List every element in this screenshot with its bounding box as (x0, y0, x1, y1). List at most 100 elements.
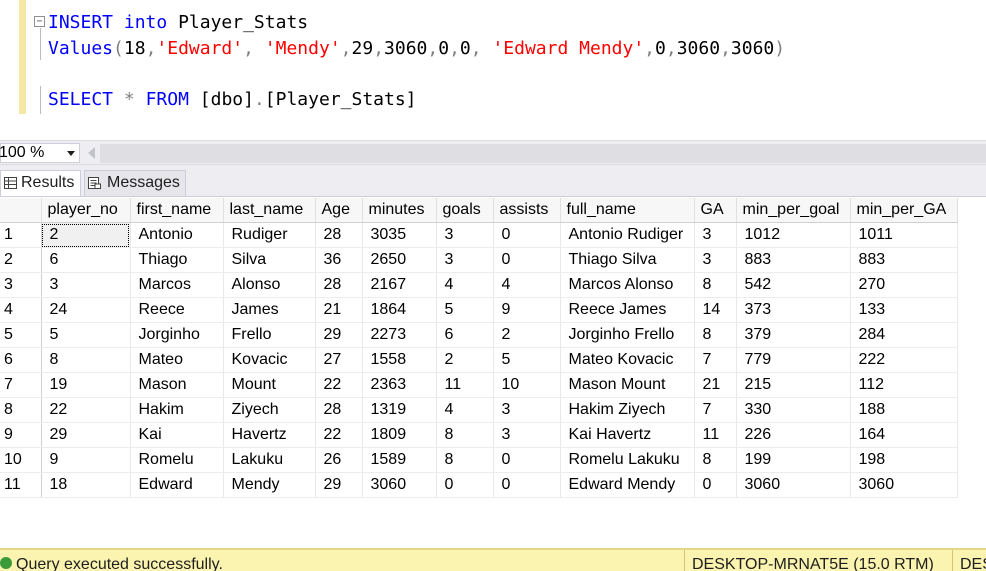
table-cell[interactable]: Mendy (223, 472, 316, 498)
table-cell[interactable]: Mount (223, 372, 316, 398)
table-cell[interactable]: 188 (850, 397, 958, 423)
table-row[interactable]: 6 8 Mateo Kovacic 27 1558 2 5 Mateo Kovacic 7 779 2… (0, 347, 958, 373)
table-cell[interactable]: 1809 (362, 422, 437, 448)
table-cell[interactable]: 8 (694, 272, 737, 298)
table-row[interactable]: 10 9 Romelu Lakuku 26 1589 8 0 Romelu Lakuku 8 199… (0, 447, 958, 473)
table-cell[interactable]: 8 (436, 422, 494, 448)
table-cell[interactable]: 2 (493, 322, 561, 348)
table-cell[interactable]: 1011 (850, 222, 958, 248)
table-cell[interactable]: 5 (493, 347, 561, 373)
table-cell[interactable]: Jorginho (130, 322, 224, 348)
table-cell[interactable]: 24 (41, 297, 131, 323)
table-cell[interactable]: 2650 (362, 247, 437, 273)
table-cell[interactable]: 3035 (362, 222, 437, 248)
table-cell[interactable]: 2167 (362, 272, 437, 298)
table-cell[interactable]: Lakuku (223, 447, 316, 473)
table-cell[interactable]: 8 (41, 347, 131, 373)
table-cell[interactable]: 3 (436, 222, 494, 248)
row-number-cell[interactable]: 1 (0, 222, 42, 248)
table-cell[interactable]: 3 (694, 222, 737, 248)
table-row[interactable]: 1 2 Antonio Rudiger 28 3035 3 0 Antonio Rudiger 3… (0, 222, 958, 248)
tab-messages[interactable]: Messages (84, 170, 186, 196)
tab-results[interactable]: Results (0, 170, 81, 196)
table-cell[interactable]: 28 (315, 222, 363, 248)
table-cell[interactable]: 1558 (362, 347, 437, 373)
table-cell[interactable]: 22 (315, 372, 363, 398)
table-cell[interactable]: Mateo (130, 347, 224, 373)
table-cell[interactable]: 7 (694, 347, 737, 373)
table-cell[interactable]: Edward Mendy (560, 472, 695, 498)
table-cell[interactable]: Kai (130, 422, 224, 448)
table-cell[interactable]: 4 (493, 272, 561, 298)
row-number-header[interactable] (0, 198, 42, 223)
table-cell[interactable]: Kai Havertz (560, 422, 695, 448)
table-cell[interactable]: 379 (736, 322, 851, 348)
table-cell[interactable]: 4 (436, 397, 494, 423)
table-cell[interactable]: 8 (436, 447, 494, 473)
column-header[interactable]: assists (493, 198, 561, 223)
table-cell[interactable]: 215 (736, 372, 851, 398)
table-cell[interactable]: Romelu (130, 447, 224, 473)
table-cell[interactable]: 5 (41, 322, 131, 348)
table-cell[interactable]: 2273 (362, 322, 437, 348)
row-number-cell[interactable]: 2 (0, 247, 42, 273)
row-number-cell[interactable]: 8 (0, 397, 42, 423)
table-cell[interactable]: 1012 (736, 222, 851, 248)
column-header[interactable]: Age (315, 198, 363, 223)
table-cell[interactable]: 1864 (362, 297, 437, 323)
table-cell[interactable]: 6 (41, 247, 131, 273)
table-cell[interactable]: Hakim (130, 397, 224, 423)
table-cell[interactable]: Silva (223, 247, 316, 273)
table-row[interactable]: 8 22 Hakim Ziyech 28 1319 4 3 Hakim Ziyech 7 330 18… (0, 397, 958, 423)
table-cell[interactable]: 2 (436, 347, 494, 373)
table-cell[interactable]: 0 (493, 222, 561, 248)
table-cell[interactable]: Mason (130, 372, 224, 398)
table-cell[interactable]: 270 (850, 272, 958, 298)
table-cell[interactable]: 6 (436, 322, 494, 348)
table-cell[interactable]: 199 (736, 447, 851, 473)
row-number-cell[interactable]: 11 (0, 472, 42, 498)
horizontal-scrollbar[interactable] (100, 144, 986, 163)
table-cell[interactable]: Edward (130, 472, 224, 498)
row-number-cell[interactable]: 3 (0, 272, 42, 298)
table-cell[interactable]: Reece (130, 297, 224, 323)
table-cell[interactable]: 9 (41, 447, 131, 473)
table-cell[interactable]: 28 (315, 272, 363, 298)
table-cell[interactable]: 2363 (362, 372, 437, 398)
table-cell[interactable]: 133 (850, 297, 958, 323)
table-cell[interactable]: 28 (315, 397, 363, 423)
table-cell[interactable]: 198 (850, 447, 958, 473)
table-cell[interactable]: 226 (736, 422, 851, 448)
table-cell[interactable]: 0 (694, 472, 737, 498)
table-cell[interactable]: 883 (736, 247, 851, 273)
table-cell[interactable]: 1589 (362, 447, 437, 473)
table-cell[interactable]: 26 (315, 447, 363, 473)
table-cell[interactable]: Thiago (130, 247, 224, 273)
zoom-dropdown[interactable]: 100 % (0, 143, 80, 163)
column-header[interactable]: full_name (560, 198, 695, 223)
table-cell[interactable]: 3060 (850, 472, 958, 498)
table-cell[interactable]: 29 (315, 322, 363, 348)
table-cell[interactable]: 3060 (736, 472, 851, 498)
table-cell[interactable]: 5 (436, 297, 494, 323)
table-row[interactable]: 7 19 Mason Mount 22 2363 11 10 Mason Mount 21 215 1… (0, 372, 958, 398)
table-cell[interactable]: 0 (436, 472, 494, 498)
table-row[interactable]: 9 29 Kai Havertz 22 1809 8 3 Kai Havertz 11 226 164 (0, 422, 958, 448)
table-cell[interactable]: Reece James (560, 297, 695, 323)
table-cell[interactable]: 19 (41, 372, 131, 398)
table-cell[interactable]: 3 (41, 272, 131, 298)
column-header[interactable]: min_per_GA (850, 198, 958, 223)
table-cell[interactable]: Marcos (130, 272, 224, 298)
table-cell[interactable]: Mateo Kovacic (560, 347, 695, 373)
table-cell[interactable]: Mason Mount (560, 372, 695, 398)
table-cell[interactable]: 10 (493, 372, 561, 398)
row-number-cell[interactable]: 9 (0, 422, 42, 448)
table-cell[interactable]: 21 (315, 297, 363, 323)
column-header[interactable]: minutes (362, 198, 437, 223)
table-cell[interactable]: 0 (493, 447, 561, 473)
table-cell[interactable]: 330 (736, 397, 851, 423)
table-cell[interactable]: 18 (41, 472, 131, 498)
column-header[interactable]: first_name (130, 198, 224, 223)
table-cell[interactable]: Antonio (130, 222, 224, 248)
table-row[interactable]: 2 6 Thiago Silva 36 2650 3 0 Thiago Silva 3 883 883 (0, 247, 958, 273)
